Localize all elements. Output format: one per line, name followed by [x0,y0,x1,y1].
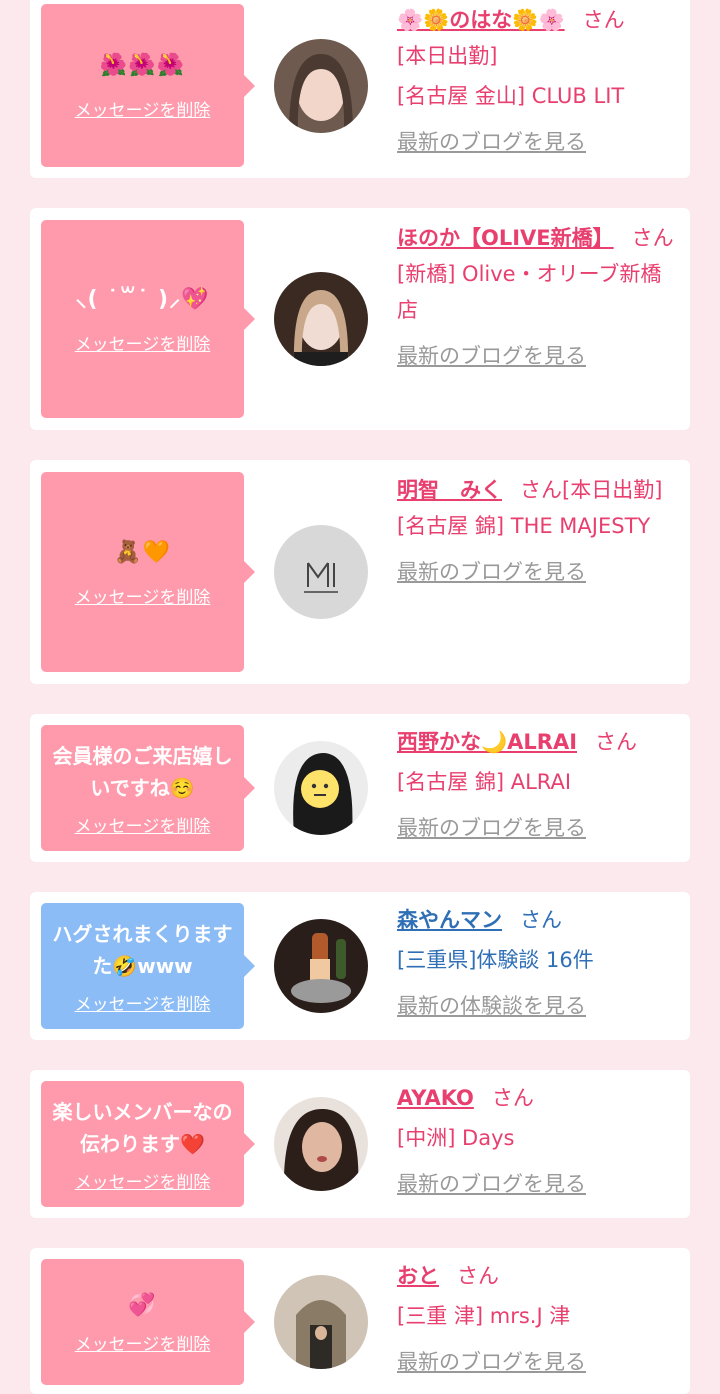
avatar[interactable] [274,525,368,619]
message-text: ハグされまくりますた🤣www [52,921,233,978]
message-card: 会員様のご来店嬉しいですね☺️ メッセージを削除 西野かな🌙ALRAI さん [名… [30,714,690,862]
shop-line: [名古屋 錦] THE MAJESTY [397,514,651,538]
message-card: 楽しいメンバーなの伝わります❤️ メッセージを削除 AYAKO さん [中洲] D… [30,1070,690,1218]
message-bubble: 楽しいメンバーなの伝わります❤️ メッセージを削除 [41,1081,255,1207]
profile-info: ほのか【OLIVE新橋】 さん [新橋] Olive・オリーブ新橋店 最新のブログ… [397,220,677,374]
message-text: 🌺🌺🌺 [99,53,186,78]
shop-line: [新橋] Olive・オリーブ新橋店 [397,262,662,322]
profile-name-link[interactable]: 明智 みく [397,478,502,502]
avatar-photo [274,272,368,366]
avatar[interactable] [274,1097,368,1191]
profile-name-link[interactable]: ほのか【OLIVE新橋】 [397,226,614,250]
message-card: ハグされまくりますた🤣www メッセージを削除 森やんマン さん [三重県]体験談… [30,892,690,1040]
latest-review-link[interactable]: 最新の体験談を見る [397,988,677,1024]
latest-blog-link[interactable]: 最新のブログを見る [397,124,677,160]
avatar[interactable] [274,741,368,835]
message-card: ⸜( ˙꒳˙ )⸝💖 メッセージを削除 ほのか【OLIVE新橋】 さん [新橋] … [30,208,690,430]
message-bubble: 🧸🧡 メッセージを削除 [41,472,255,672]
message-bubble: 会員様のご来店嬉しいですね☺️ メッセージを削除 [41,725,255,851]
profile-info: 森やんマン さん [三重県]体験談 16件 最新の体験談を見る [397,902,677,1024]
avatar[interactable] [274,919,368,1013]
avatar[interactable] [274,1275,368,1369]
honorific: さん [582,8,625,32]
honorific: さん [520,908,562,932]
profile-info: 西野かな🌙ALRAI さん [名古屋 錦] ALRAI 最新のブログを見る [397,724,677,846]
message-bubble: ⸜( ˙꒳˙ )⸝💖 メッセージを削除 [41,220,255,418]
avatar-photo [274,919,368,1013]
honorific: さん [595,730,638,754]
message-text: 💞 [128,1292,157,1318]
profile-info: AYAKO さん [中洲] Days 最新のブログを見る [397,1080,677,1202]
delete-message-link[interactable]: メッセージを削除 [75,330,211,355]
avatar[interactable] [274,272,368,366]
profile-info: おと さん [三重 津] mrs.J 津 最新のブログを見る [397,1258,677,1380]
avatar-photo [274,1275,368,1369]
avatar-photo [274,39,368,133]
latest-blog-link[interactable]: 最新のブログを見る [397,810,677,846]
delete-message-link[interactable]: メッセージを削除 [75,1168,211,1193]
latest-blog-link[interactable]: 最新のブログを見る [397,338,677,374]
delete-message-link[interactable]: メッセージを削除 [75,96,211,121]
profile-name-link[interactable]: 森やんマン [397,908,502,932]
message-text: 楽しいメンバーなの伝わります❤️ [52,1099,233,1156]
profile-name-link[interactable]: 西野かな🌙ALRAI [397,730,577,754]
honorific: さん [631,226,674,250]
shop-line: [三重 津] mrs.J 津 [397,1304,571,1328]
message-card: 💞 メッセージを削除 おと さん [三重 津] mrs.J 津 最新のブログを見る [30,1248,690,1394]
message-bubble: ハグされまくりますた🤣www メッセージを削除 [41,903,255,1029]
avatar-photo [274,525,368,619]
latest-blog-link[interactable]: 最新のブログを見る [397,554,677,590]
profile-info: 明智 みく さん[本日出勤] [名古屋 錦] THE MAJESTY 最新のブログ… [397,472,677,590]
profile-name-link[interactable]: AYAKO [397,1086,474,1110]
latest-blog-link[interactable]: 最新のブログを見る [397,1166,677,1202]
avatar-photo [274,1097,368,1191]
message-card: 🌺🌺🌺 メッセージを削除 🌸🌼のはな🌼🌸 さん [本日出勤] [名古屋 金山] C… [30,0,690,178]
shop-line: [名古屋 錦] ALRAI [397,770,572,794]
message-card: 🧸🧡 メッセージを削除 明智 みく さん[本日出勤] [名古屋 錦] THE MA… [30,460,690,684]
shop-line: [中洲] Days [397,1126,515,1150]
message-text: ⸜( ˙꒳˙ )⸝💖 [75,286,210,312]
honorific: さん[本日出勤] [520,478,663,502]
message-text: 会員様のご来店嬉しいですね☺️ [52,743,233,800]
delete-message-link[interactable]: メッセージを削除 [75,812,211,837]
delete-message-link[interactable]: メッセージを削除 [75,1330,211,1355]
avatar[interactable] [274,39,368,133]
honorific: さん [457,1264,499,1288]
shop-line: [名古屋 金山] CLUB LIT [397,84,625,108]
status-line: [本日出勤] [397,44,498,68]
delete-message-link[interactable]: メッセージを削除 [75,990,211,1015]
profile-info: 🌸🌼のはな🌼🌸 さん [本日出勤] [名古屋 金山] CLUB LIT 最新のブロ… [397,2,677,160]
profile-name-link[interactable]: おと [397,1264,439,1288]
latest-blog-link[interactable]: 最新のブログを見る [397,1344,677,1380]
message-text: 🧸🧡 [114,539,171,565]
profile-name-link[interactable]: 🌸🌼のはな🌼🌸 [397,8,565,32]
delete-message-link[interactable]: メッセージを削除 [75,583,211,608]
review-count-line: [三重県]体験談 16件 [397,948,594,972]
honorific: さん [491,1086,534,1110]
message-bubble: 🌺🌺🌺 メッセージを削除 [41,4,255,167]
avatar-photo [274,741,368,835]
message-bubble: 💞 メッセージを削除 [41,1259,255,1385]
